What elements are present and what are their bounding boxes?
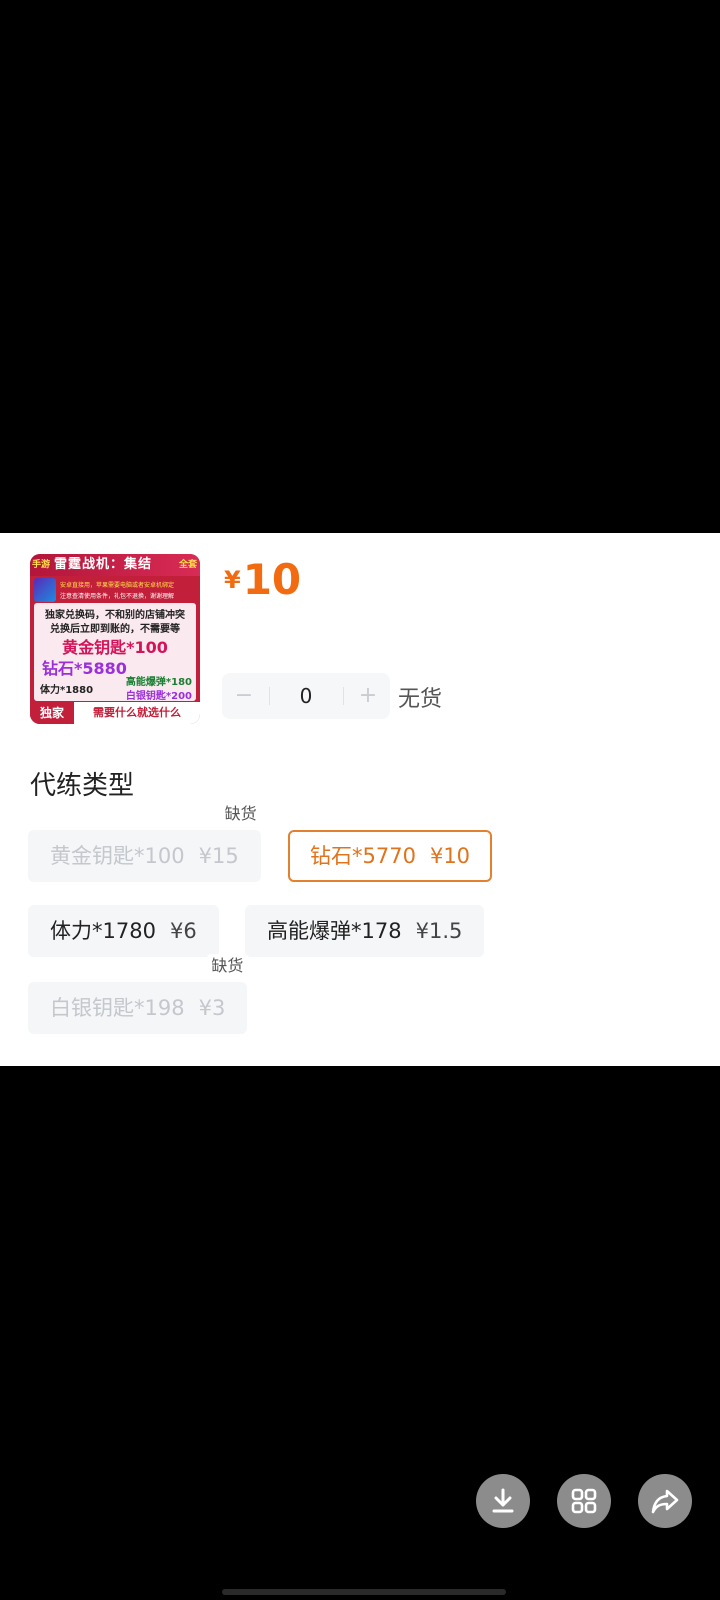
option-price: ¥15 [198, 844, 239, 868]
thumbnail-header: 手游 雷霆战机：集结 全套 [30, 554, 200, 576]
option-name: 黄金钥匙*100 [50, 844, 185, 868]
option-section-title: 代练类型 [30, 771, 135, 801]
thumbnail-subline: 注意查清使用条件，礼包不退换，谢谢理解 [60, 593, 175, 600]
grid-icon [571, 1488, 597, 1514]
share-button[interactable] [638, 1474, 692, 1528]
option-price: ¥3 [198, 996, 226, 1020]
thumbnail-tag: 手游 [32, 560, 51, 570]
download-icon [492, 1488, 514, 1513]
jet-icon [34, 578, 56, 602]
thumbnail-stamina: 体力*1880 [40, 685, 94, 696]
download-button[interactable] [476, 1474, 530, 1528]
option-name: 白银钥匙*198 [50, 996, 185, 1020]
product-thumbnail: 手游 雷霆战机：集结 全套 安卓直接用，苹果需要电脑或者安卓机绑定 注意查清使用… [30, 554, 200, 724]
divider [343, 687, 344, 705]
thumbnail-footer-text: 需要什么就选什么 [74, 702, 200, 724]
thumbnail-line: 独家兑换码，不和别的店铺冲突 [45, 610, 185, 621]
thumbnail-subline: 安卓直接用，苹果需要电脑或者安卓机绑定 [60, 582, 175, 589]
decrease-button[interactable]: − [222, 673, 266, 719]
grid-button[interactable] [557, 1474, 611, 1528]
option-price: ¥1.5 [415, 919, 463, 943]
option-name: 体力*1780 [50, 919, 156, 943]
option-chip-silver-keys[interactable]: 白银钥匙*198 ¥3 缺货 [28, 954, 248, 1034]
sold-out-badge: 缺货 [220, 802, 261, 826]
thumbnail-title: 雷霆战机：集结 [54, 557, 153, 572]
currency-symbol: ¥ [224, 566, 241, 594]
option-price: ¥6 [169, 919, 197, 943]
option-price: ¥10 [429, 844, 471, 868]
stock-status: 无货 [398, 687, 443, 712]
quantity-input[interactable]: 0 [270, 673, 342, 719]
option-chip-diamonds[interactable]: 钻石*5770 ¥10 [288, 830, 493, 882]
option-name: 高能爆弹*178 [267, 919, 402, 943]
sold-out-badge: 缺货 [207, 954, 248, 978]
quantity-stepper: − 0 + [222, 673, 390, 719]
thumbnail-footer-tag: 独家 [30, 702, 74, 724]
thumbnail-silver-keys: 白银钥匙*200 [125, 691, 192, 702]
thumbnail-bombs: 高能爆弹*180 [125, 677, 192, 688]
option-chip-stamina[interactable]: 体力*1780 ¥6 [28, 905, 219, 957]
thumbnail-line: 兑换后立即到账的，不需要等 [50, 624, 180, 635]
thumbnail-panel: 独家兑换码，不和别的店铺冲突 兑换后立即到账的，不需要等 黄金钥匙*100 钻石… [34, 603, 196, 702]
thumbnail-suffix: 全套 [178, 560, 197, 570]
option-chip-bombs[interactable]: 高能爆弹*178 ¥1.5 [245, 905, 485, 957]
share-icon [651, 1489, 679, 1514]
thumbnail-footer: 独家 需要什么就选什么 [30, 702, 200, 724]
price-value: 10 [242, 555, 302, 604]
product-price: ¥10 [224, 555, 301, 604]
option-name: 钻石*5770 [310, 844, 416, 868]
option-chip-gold-keys[interactable]: 黄金钥匙*100 ¥15 缺货 [28, 802, 261, 882]
sku-selection-sheet: 手游 雷霆战机：集结 全套 安卓直接用，苹果需要电脑或者安卓机绑定 注意查清使用… [0, 533, 720, 1066]
increase-button[interactable]: + [346, 673, 390, 719]
thumbnail-diamonds: 钻石*5880 [42, 659, 127, 678]
home-indicator [222, 1589, 506, 1595]
